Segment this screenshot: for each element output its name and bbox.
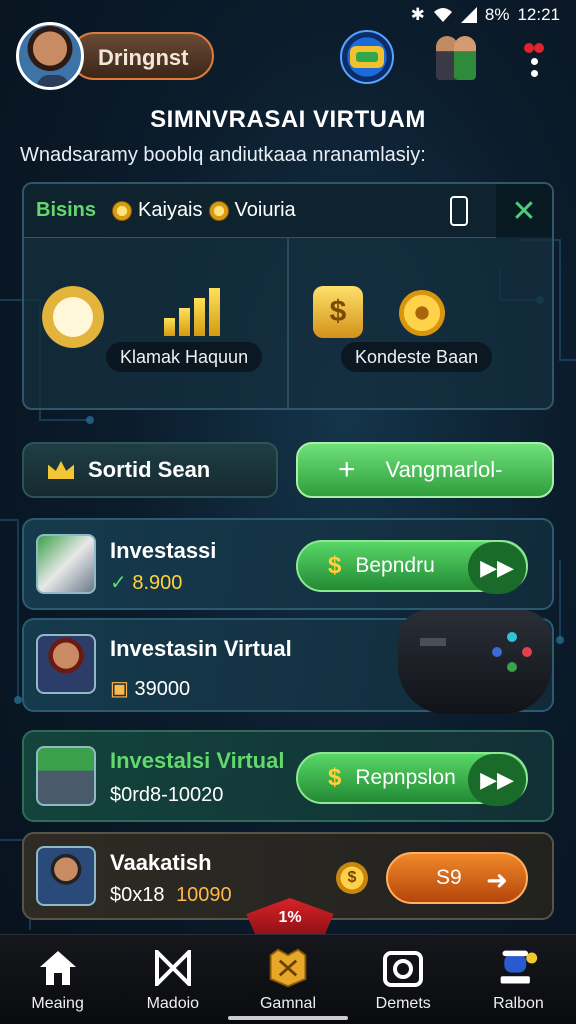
page-subtitle: Wnadsaramy booblq andiutkaaa nranamlasiy… <box>20 144 426 166</box>
username-label[interactable]: Dringnst <box>70 32 215 80</box>
card-action-label: S9 <box>436 866 462 889</box>
shield-badge-icon <box>42 286 104 348</box>
wifi-icon <box>433 7 453 23</box>
info-left-label: Klamak Haquun <box>106 342 263 372</box>
sort-button-label: Sortid Sean <box>88 457 211 482</box>
close-icon[interactable]: ✕ <box>496 184 552 238</box>
info-right-section[interactable]: $ Kondeste Baan <box>287 238 552 408</box>
card-amount: ✓ 8.900 <box>110 572 183 594</box>
nav-label: Gamnal <box>259 995 317 1012</box>
dollar-icon: $ <box>328 764 342 791</box>
bottom-nav: Meaing Madoio Gamnal Demets Ralbon <box>0 934 576 1024</box>
home-indicator <box>228 1016 348 1020</box>
nav-item-gamnal[interactable]: Gamnal <box>230 935 345 1024</box>
card-title: Investasin Virtual <box>110 636 292 661</box>
growth-chart-icon <box>164 288 220 336</box>
coin-icon <box>112 200 133 221</box>
crown-icon <box>48 461 74 479</box>
cash-register-icon <box>36 746 96 806</box>
signal-icon <box>460 7 477 23</box>
nav-item-ralbon[interactable]: Ralbon <box>461 935 576 1024</box>
camera-icon <box>382 947 424 989</box>
battery-level: 8% <box>484 5 510 24</box>
card-amount: $0rd8-10020 <box>110 784 224 806</box>
nav-label: Ralbon <box>493 995 544 1012</box>
add-button[interactable]: + Vangmarlol- <box>296 442 554 498</box>
investment-card[interactable]: Investalsi Virtual $0rd8-10020 $ Repnpsl… <box>22 730 554 822</box>
dollar-icon: $ <box>328 552 342 579</box>
card-title: Investassi <box>110 538 217 563</box>
card-amount: $0x18 10090 <box>110 884 232 906</box>
profile-chip[interactable]: Dringnst <box>16 22 215 90</box>
card-amount: ▣ 39000 <box>110 678 191 700</box>
bowtie-icon <box>152 947 194 989</box>
card-action-button[interactable]: $ Repnpslon ▶▶ <box>296 752 528 806</box>
avatar[interactable] <box>16 22 84 90</box>
nav-label: Madoio <box>146 995 200 1012</box>
coin-icon: $ <box>336 862 368 894</box>
sort-button[interactable]: Sortid Sean <box>22 442 278 498</box>
clock: 12:21 <box>517 5 560 24</box>
nav-label: Meaing <box>31 995 84 1012</box>
info-panel-header: Bisins Kaiyais Voiuria ✕ <box>24 184 552 238</box>
coin-icon: ▣ <box>110 678 129 700</box>
info-panel: Bisins Kaiyais Voiuria ✕ Klamak Haquun $… <box>22 182 554 410</box>
trophy-icon <box>267 947 309 989</box>
phone-icon[interactable] <box>450 196 468 226</box>
bluetooth-icon: ✱ <box>410 5 425 24</box>
dollar-note-icon: $ <box>313 286 363 338</box>
game-controller-icon[interactable] <box>340 30 394 84</box>
fast-forward-icon: ▶▶ <box>468 542 526 594</box>
chef-icon <box>497 947 539 989</box>
card-title: Investalsi Virtual <box>110 748 285 773</box>
nav-label: Demets <box>375 995 431 1012</box>
avatar <box>36 846 96 906</box>
target-icon <box>399 290 445 336</box>
page-title: SIMNVRASAI VIRTUAM <box>150 106 426 133</box>
avatar <box>36 634 96 694</box>
tag-kaiyais[interactable]: Kaiyais <box>138 199 202 222</box>
more-menu-icon[interactable] <box>524 40 544 80</box>
check-icon: ✓ <box>110 572 127 594</box>
gamepad-icon <box>398 610 552 714</box>
plus-icon: + <box>338 453 356 486</box>
money-stack-icon <box>36 534 96 594</box>
card-action-button[interactable]: S9 ➜ <box>386 852 528 904</box>
nav-item-madoio[interactable]: Madoio <box>115 935 230 1024</box>
arrow-right-icon: ➜ <box>486 864 508 895</box>
fast-forward-icon: ▶▶ <box>468 754 526 806</box>
nav-item-demets[interactable]: Demets <box>346 935 461 1024</box>
card-action-label: Repnpslon <box>355 766 456 789</box>
add-button-label: Vangmarlol- <box>385 457 503 482</box>
nav-item-home[interactable]: Meaing <box>0 935 115 1024</box>
friends-icon[interactable] <box>428 30 484 86</box>
coin-icon <box>208 200 229 221</box>
card-action-button[interactable]: $ Bepndru ▶▶ <box>296 540 528 594</box>
investment-card[interactable]: Investassi ✓ 8.900 $ Bepndru ▶▶ <box>22 518 554 610</box>
home-icon <box>37 947 79 989</box>
info-left-section[interactable]: Klamak Haquun <box>24 238 287 408</box>
tab-bisins[interactable]: Bisins <box>36 199 96 222</box>
info-right-label: Kondeste Baan <box>341 342 493 372</box>
tag-voiuria[interactable]: Voiuria <box>235 199 296 222</box>
card-action-label: Bepndru <box>355 554 435 577</box>
card-title: Vaakatish <box>110 850 212 875</box>
